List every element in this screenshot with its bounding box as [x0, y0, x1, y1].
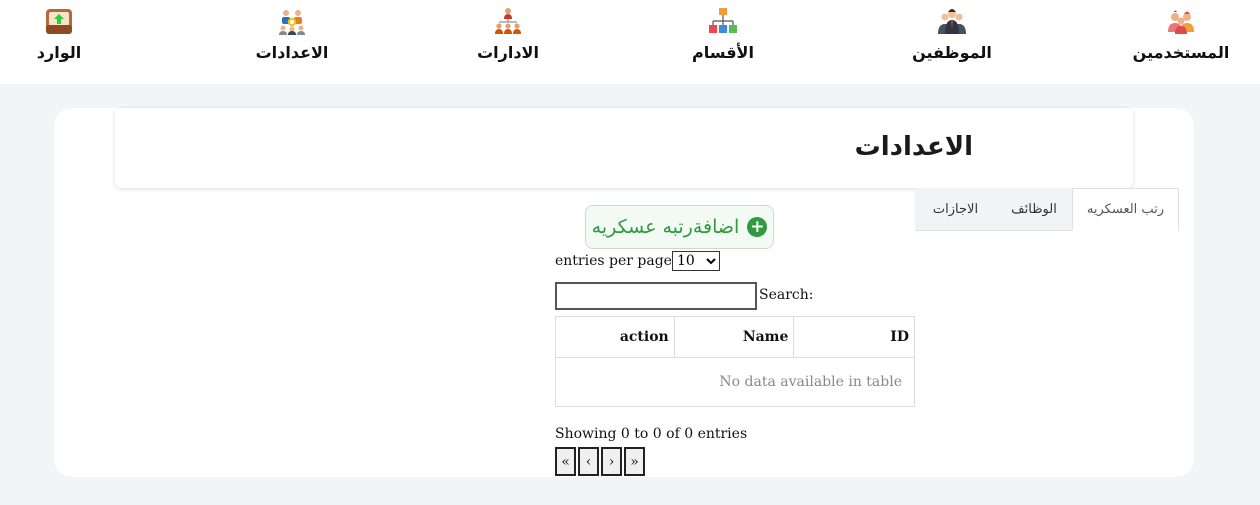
add-military-rank-button[interactable]: اضافةرتبه عسكريه + — [585, 205, 774, 249]
settings-team-icon — [279, 10, 305, 35]
nav-item-label: الموظفين — [912, 43, 992, 62]
nav-item-label: الوارد — [36, 43, 82, 62]
next-page-button[interactable]: › — [601, 447, 622, 476]
last-page-button[interactable]: » — [624, 447, 645, 476]
nav-item-label: الأقسام — [692, 43, 754, 62]
page-size-select[interactable]: 10 — [671, 251, 720, 271]
column-header-id[interactable]: ID — [793, 316, 915, 358]
table-info: Showing 0 to 0 of 0 entries — [555, 426, 748, 442]
tab-label: الوظائف — [1011, 201, 1057, 217]
add-button-label: اضافةرتبه عسكريه — [591, 216, 740, 238]
top-navigation: المستخدمين الموظفين الأقسام الادارات الا… — [0, 0, 1260, 84]
nav-item-settings[interactable]: الاعدادات — [227, 6, 357, 62]
nav-item-inbox[interactable]: الوارد — [0, 6, 124, 62]
empty-table-message: No data available in table — [555, 357, 915, 407]
tab-vacations[interactable]: الاجازات — [915, 188, 996, 231]
search-input[interactable] — [555, 282, 757, 310]
column-header-name[interactable]: Name — [673, 316, 795, 358]
tab-jobs[interactable]: الوظائف — [996, 188, 1072, 231]
departments-icon — [709, 8, 737, 33]
nav-item-label: الادارات — [477, 43, 539, 62]
entries-label: entries per page — [555, 253, 672, 269]
first-page-button[interactable]: « — [555, 447, 576, 476]
entries-control: entries per page 10 — [555, 251, 720, 271]
tab-label: رتب العسكريه — [1086, 202, 1165, 217]
table-row: No data available in table — [555, 357, 915, 407]
data-table: action Name ID No data available in tabl… — [555, 316, 915, 407]
administrations-icon — [495, 8, 521, 34]
table-header-row: action Name ID — [555, 316, 915, 358]
page-title: الاعدادات — [854, 132, 973, 162]
nav-item-users[interactable]: المستخدمين — [1116, 6, 1246, 62]
column-header-action[interactable]: action — [555, 316, 675, 358]
previous-page-button[interactable]: ‹ — [578, 447, 599, 476]
plus-circle-icon: + — [747, 217, 768, 237]
tab-label: الاجازات — [932, 201, 979, 217]
employees-icon — [938, 9, 966, 34]
tab-military-ranks[interactable]: رتب العسكريه — [1072, 188, 1179, 231]
users-icon — [1168, 10, 1194, 34]
nav-item-label: الاعدادات — [255, 43, 329, 62]
nav-item-employees[interactable]: الموظفين — [887, 6, 1017, 62]
pagination: « ‹ › » — [555, 447, 647, 476]
nav-item-departments[interactable]: الأقسام — [658, 6, 788, 62]
inbox-icon — [46, 9, 72, 34]
nav-item-label: المستخدمين — [1132, 43, 1230, 62]
search-label: Search: — [759, 287, 814, 303]
nav-item-administrations[interactable]: الادارات — [443, 6, 573, 62]
page-header: الاعدادات — [115, 108, 1133, 188]
